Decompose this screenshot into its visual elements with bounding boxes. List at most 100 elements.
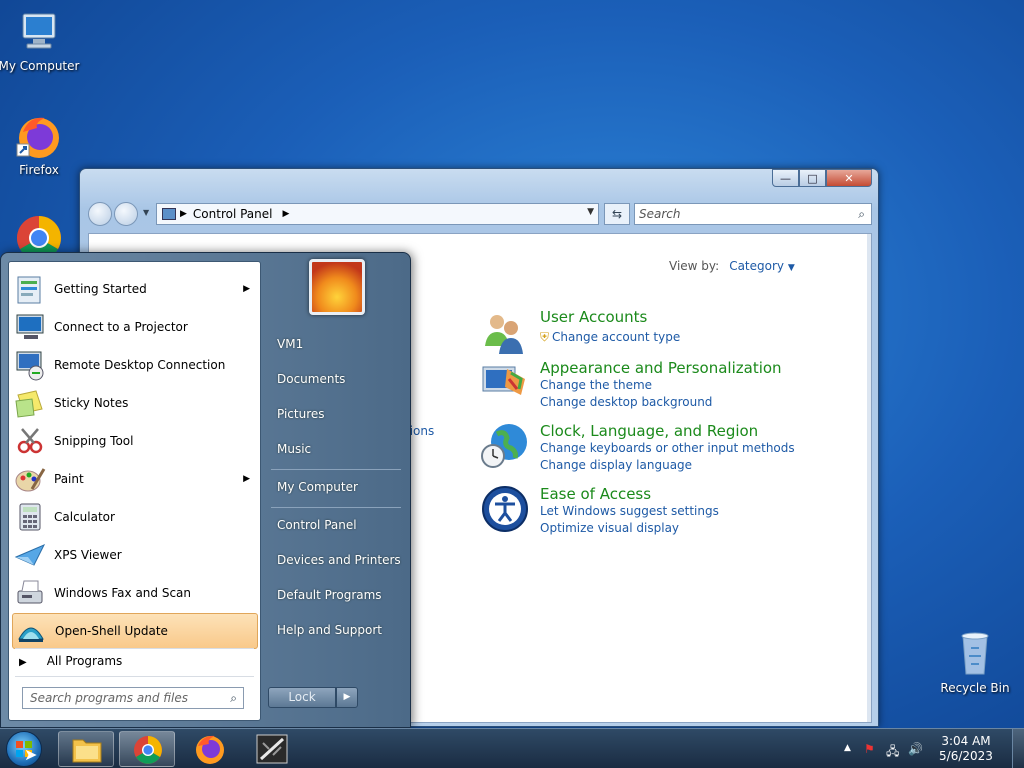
program-open-shell-update[interactable]: Open-Shell Update xyxy=(12,613,258,649)
projector-icon xyxy=(14,311,46,343)
link-change-display-language[interactable]: Change display language xyxy=(540,458,692,472)
program-label: XPS Viewer xyxy=(54,548,122,562)
desktop-icon-recycle-bin[interactable]: Recycle Bin xyxy=(933,630,1017,695)
divider xyxy=(271,507,401,508)
view-by-value[interactable]: Category xyxy=(729,259,784,273)
start-link-documents[interactable]: Documents xyxy=(277,372,345,386)
network-icon[interactable]: 🖧 xyxy=(886,742,899,763)
start-link-pictures[interactable]: Pictures xyxy=(277,407,325,421)
program-label: Paint xyxy=(54,472,84,486)
computer-icon xyxy=(15,8,63,56)
category-title[interactable]: Ease of Access xyxy=(540,485,651,503)
system-tray: ▲ ⚑ 🖧 🔊 3:04 AM 5/6/2023 xyxy=(834,729,1024,768)
program-label: Sticky Notes xyxy=(54,396,129,410)
desktop-icon-firefox[interactable]: Firefox xyxy=(0,112,81,177)
program-connect-projector[interactable]: Connect to a Projector xyxy=(12,309,258,345)
start-link-my-computer[interactable]: My Computer xyxy=(277,480,358,494)
taskbar-chrome[interactable] xyxy=(119,731,175,767)
back-button[interactable] xyxy=(88,202,112,226)
scrollbar[interactable] xyxy=(867,234,871,722)
sticky-notes-icon xyxy=(14,387,46,419)
snipping-tool-icon xyxy=(14,425,46,457)
breadcrumb-arrow-icon[interactable]: ▶ xyxy=(283,209,290,219)
start-menu-programs-panel: Getting Started ▶ Connect to a Projector… xyxy=(8,261,261,721)
program-xps-viewer[interactable]: XPS Viewer xyxy=(12,537,258,573)
refresh-button[interactable]: ⇆ xyxy=(604,203,630,225)
link-change-keyboards[interactable]: Change keyboards or other input methods xyxy=(540,441,795,455)
action-center-flag-icon[interactable]: ⚑ xyxy=(864,742,875,756)
lock-button[interactable]: Lock xyxy=(268,687,336,708)
taskbar: ➤ ▲ ⚑ 🖧 🔊 3:04 AM 5/6/2023 xyxy=(0,728,1024,768)
all-programs-button[interactable]: ▶ All Programs xyxy=(19,654,122,668)
program-label: Windows Fax and Scan xyxy=(54,586,192,600)
submenu-arrow-icon: ▶ xyxy=(243,284,250,294)
link-optimize-visual-display[interactable]: Optimize visual display xyxy=(540,521,679,535)
search-input[interactable]: Search ⌕ xyxy=(634,203,872,225)
recent-pages-icon[interactable]: ▼ xyxy=(143,208,149,217)
clock[interactable]: 3:04 AM 5/6/2023 xyxy=(936,734,996,764)
submenu-arrow-icon: ▶ xyxy=(243,474,250,484)
program-label: Getting Started xyxy=(54,282,147,296)
navigation-bar: ▼ ▶ Control Panel ▶ ▼ ⇆ Search ⌕ xyxy=(88,201,872,227)
program-fax-scan[interactable]: Windows Fax and Scan xyxy=(12,575,258,611)
start-link-music[interactable]: Music xyxy=(277,442,311,456)
breadcrumb-control-panel[interactable]: Control Panel xyxy=(193,207,273,221)
start-link-default-programs[interactable]: Default Programs xyxy=(277,588,382,602)
chevron-down-icon[interactable]: ▼ xyxy=(788,263,795,273)
category-title[interactable]: Clock, Language, and Region xyxy=(540,422,758,440)
view-by-control[interactable]: View by: Category ▼ xyxy=(669,259,795,273)
desktop-icon-my-computer[interactable]: My Computer xyxy=(0,8,81,73)
program-calculator[interactable]: Calculator xyxy=(12,499,258,535)
clock-time: 3:04 AM xyxy=(941,734,991,748)
start-link-help-support[interactable]: Help and Support xyxy=(277,623,382,637)
start-search-input[interactable]: Search programs and files ⌕ xyxy=(22,687,244,709)
mouse-cursor-icon: ➤ xyxy=(24,745,38,764)
divider xyxy=(271,469,401,470)
start-link-user[interactable]: VM1 xyxy=(277,337,303,351)
search-icon[interactable]: ⌕ xyxy=(858,204,865,224)
address-bar[interactable]: ▶ Control Panel ▶ ▼ xyxy=(156,203,599,225)
close-button[interactable]: ✕ xyxy=(826,169,872,187)
shutdown-options-arrow-icon[interactable]: ▶ xyxy=(336,687,358,708)
program-label: Snipping Tool xyxy=(54,434,134,448)
appearance-icon xyxy=(481,359,529,407)
program-getting-started[interactable]: Getting Started ▶ xyxy=(12,271,258,307)
recycle-bin-icon xyxy=(951,630,999,678)
link-change-account-type[interactable]: ⛨ Change account type xyxy=(540,330,680,345)
address-dropdown-icon[interactable]: ▼ xyxy=(587,207,594,217)
forward-button[interactable] xyxy=(114,202,138,226)
xps-viewer-icon xyxy=(14,539,46,571)
program-sticky-notes[interactable]: Sticky Notes xyxy=(12,385,258,421)
taskbar-firefox[interactable] xyxy=(193,733,227,768)
link-let-windows-suggest[interactable]: Let Windows suggest settings xyxy=(540,504,719,518)
category-title[interactable]: Appearance and Personalization xyxy=(540,359,782,377)
firefox-icon xyxy=(15,112,63,160)
link-change-theme[interactable]: Change the theme xyxy=(540,378,652,392)
uac-shield-icon: ⛨ xyxy=(540,330,550,344)
search-icon[interactable]: ⌕ xyxy=(230,688,237,708)
program-paint[interactable]: Paint ▶ xyxy=(12,461,258,497)
divider xyxy=(15,676,254,677)
paint-icon xyxy=(14,463,46,495)
desktop-icon-label: Recycle Bin xyxy=(940,681,1010,695)
link-change-desktop-background[interactable]: Change desktop background xyxy=(540,395,712,409)
user-avatar[interactable] xyxy=(309,259,365,315)
desktop-icon-label: Firefox xyxy=(19,163,59,177)
clock-globe-icon xyxy=(481,422,529,470)
volume-icon[interactable]: 🔊 xyxy=(908,742,923,756)
taskbar-app[interactable] xyxy=(255,733,289,768)
chrome-icon xyxy=(134,736,162,764)
view-by-label: View by: xyxy=(669,259,720,273)
minimize-button[interactable]: — xyxy=(772,169,799,187)
start-menu: Getting Started ▶ Connect to a Projector… xyxy=(0,252,411,728)
start-link-devices-printers[interactable]: Devices and Printers xyxy=(277,553,401,567)
start-link-control-panel[interactable]: Control Panel xyxy=(277,518,357,532)
category-title[interactable]: User Accounts xyxy=(540,308,647,326)
fax-scan-icon xyxy=(14,577,46,609)
show-hidden-icons-icon[interactable]: ▲ xyxy=(844,743,851,753)
program-snipping-tool[interactable]: Snipping Tool xyxy=(12,423,258,459)
maximize-button[interactable]: □ xyxy=(799,169,826,187)
taskbar-file-explorer[interactable] xyxy=(58,731,114,767)
show-desktop-button[interactable] xyxy=(1012,729,1024,768)
program-remote-desktop[interactable]: Remote Desktop Connection xyxy=(12,347,258,383)
